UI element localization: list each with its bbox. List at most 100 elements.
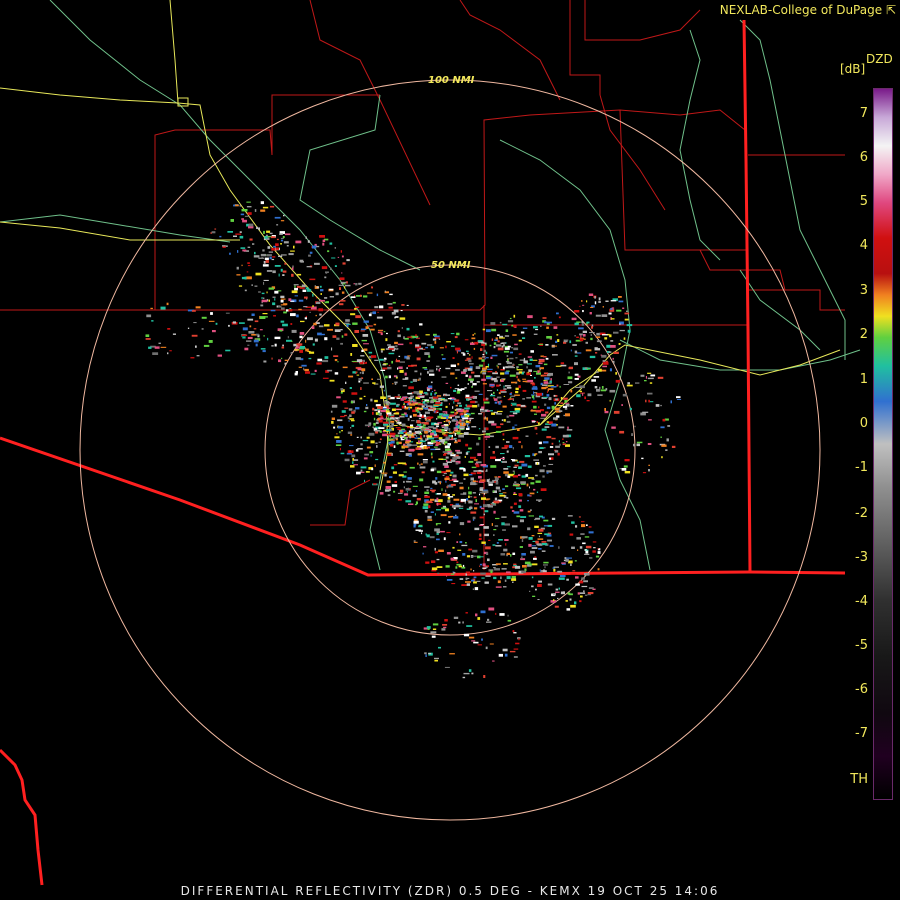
echo-pixel (228, 324, 230, 327)
echo-pixel (585, 545, 592, 549)
echo-pixel (492, 660, 495, 662)
echo-pixel (494, 568, 500, 571)
echo-pixel (649, 401, 654, 403)
echo-pixel (242, 327, 248, 331)
echo-pixel (571, 317, 577, 321)
echo-pixel (424, 431, 428, 434)
echo-pixel (559, 575, 566, 577)
echo-pixel (429, 373, 435, 376)
echo-pixel (434, 551, 438, 554)
echo-pixel (541, 550, 546, 552)
echo-pixel (626, 384, 633, 387)
echo-pixel (256, 226, 259, 229)
echo-pixel (636, 443, 640, 447)
echo-pixel (390, 396, 395, 400)
echo-pixel (624, 318, 629, 321)
echo-pixel (581, 322, 584, 326)
echo-pixel (327, 250, 330, 253)
echo-pixel (364, 424, 371, 427)
echo-pixel (521, 463, 528, 467)
echo-pixel (358, 378, 362, 381)
echo-pixel (434, 431, 436, 434)
echo-pixel (360, 294, 362, 297)
echo-pixel (429, 369, 434, 373)
echo-pixel (534, 518, 536, 521)
echo-pixel (276, 238, 279, 241)
echo-pixel (547, 382, 552, 385)
echo-pixel (356, 436, 359, 438)
echo-pixel (619, 430, 625, 434)
echo-pixel (217, 354, 222, 357)
echo-pixel (349, 450, 351, 453)
echo-pixel (382, 367, 388, 370)
echo-pixel (470, 456, 476, 459)
echo-pixel (338, 284, 344, 286)
echo-pixel (434, 513, 436, 516)
echo-pixel (462, 676, 466, 679)
echo-pixel (383, 425, 387, 427)
echo-pixel (468, 398, 472, 400)
echo-pixel (453, 438, 456, 440)
echo-pixel (350, 427, 352, 429)
echo-pixel (605, 388, 608, 391)
external-link-icon[interactable]: ⇱ (886, 3, 896, 17)
echo-pixel (365, 326, 369, 329)
echo-pixel (372, 311, 376, 315)
echo-pixel (324, 356, 329, 359)
echo-pixel (366, 446, 371, 449)
echo-pixel (592, 541, 597, 543)
echo-pixel (533, 557, 537, 560)
echo-pixel (396, 358, 397, 361)
echo-pixel (312, 305, 314, 308)
echo-pixel (264, 236, 268, 239)
echo-pixel (487, 558, 490, 562)
echo-pixel (360, 387, 362, 390)
echo-pixel (386, 433, 390, 436)
echo-pixel (519, 519, 524, 523)
echo-pixel (493, 576, 497, 580)
echo-pixel (510, 554, 512, 557)
echo-pixel (319, 299, 325, 302)
echo-pixel (443, 434, 448, 437)
echo-pixel (521, 445, 523, 449)
echo-pixel (397, 492, 403, 494)
echo-pixel (214, 228, 217, 230)
echo-pixel (504, 444, 509, 448)
echo-pixel (167, 352, 169, 355)
echo-pixel (534, 413, 537, 415)
echo-pixel (424, 352, 430, 355)
echo-pixel (288, 309, 293, 312)
echo-pixel (504, 523, 510, 526)
echo-pixel (486, 433, 491, 436)
echo-pixel (571, 521, 575, 524)
echo-pixel (305, 236, 307, 239)
echo-pixel (445, 405, 448, 408)
echo-pixel (514, 481, 517, 483)
echo-pixel (441, 628, 446, 631)
echo-pixel (549, 446, 554, 448)
echo-pixel (417, 438, 422, 440)
echo-pixel (436, 368, 438, 371)
echo-pixel (589, 557, 593, 559)
echo-pixel (511, 347, 513, 349)
echo-pixel (550, 378, 552, 381)
echo-pixel (160, 306, 166, 310)
echo-pixel (488, 607, 495, 611)
echo-pixel (297, 273, 302, 276)
echo-pixel (475, 613, 478, 617)
echo-pixel (595, 371, 599, 373)
echo-pixel (446, 341, 451, 343)
echo-pixel (258, 291, 261, 293)
echo-pixel (551, 442, 554, 445)
echo-pixel (633, 443, 636, 447)
echo-pixel (520, 404, 526, 407)
echo-pixel (437, 499, 443, 503)
echo-pixel (398, 474, 404, 477)
echo-pixel (253, 255, 260, 258)
echo-pixel (510, 459, 514, 461)
echo-pixel (455, 415, 460, 418)
echo-pixel (433, 396, 439, 399)
echo-pixel (341, 255, 344, 258)
echo-pixel (282, 274, 285, 276)
echo-pixel (621, 404, 623, 406)
